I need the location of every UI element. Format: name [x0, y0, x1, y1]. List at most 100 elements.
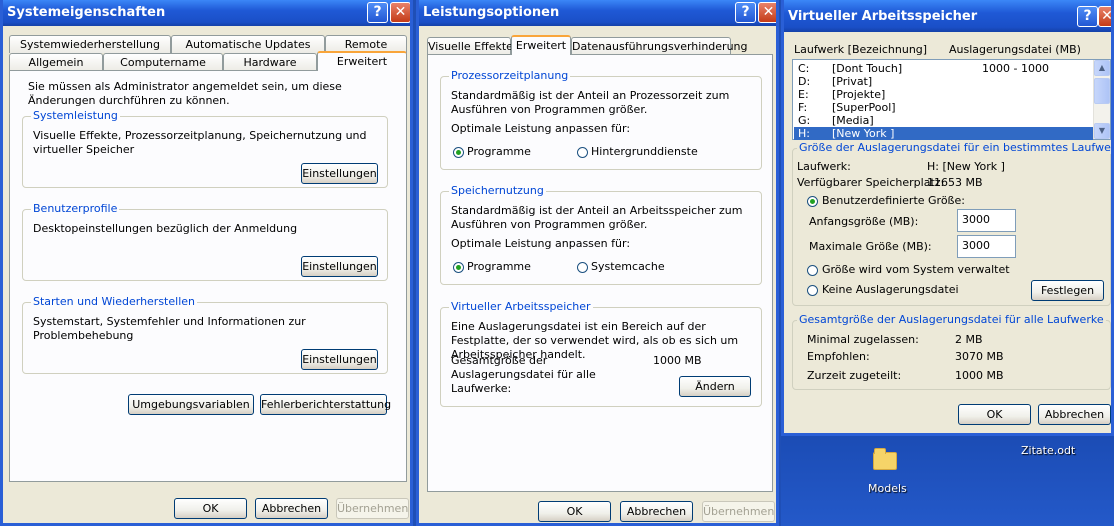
- group-speichernutzung: Speichernutzung Standardmäßig ist der An…: [440, 184, 762, 285]
- cancel-button[interactable]: Abbrechen: [620, 501, 693, 522]
- environment-variables-button[interactable]: Umgebungsvariablen: [128, 394, 254, 415]
- group-text: Standardmäßig ist der Anteil an Prozesso…: [451, 89, 730, 116]
- radio-label: Hintergrunddienste: [591, 145, 698, 158]
- group-title: Virtueller Arbeitsspeicher: [449, 300, 593, 313]
- radio-background-services[interactable]: [577, 147, 588, 158]
- list-item[interactable]: G: [Media]: [794, 114, 1093, 127]
- set-button[interactable]: Festlegen: [1031, 280, 1104, 301]
- recommended-label: Empfohlen:: [807, 350, 870, 363]
- radio-label: Benutzerdefinierte Größe:: [822, 194, 965, 207]
- list-item[interactable]: E: [Projekte]: [794, 88, 1093, 101]
- group-starten-wiederherstellen: Starten und Wiederherstellen Systemstart…: [22, 295, 388, 374]
- tab-computername[interactable]: Computername: [103, 53, 223, 71]
- free-space-label: Verfügbarer Speicherplatz:: [797, 176, 945, 189]
- group-text: Systemstart, Systemfehler und Informatio…: [33, 315, 306, 342]
- radio-label: Systemcache: [591, 260, 665, 273]
- group-title: Größe der Auslagerungsdatei für ein best…: [797, 141, 1111, 154]
- close-button[interactable]: ✕: [758, 2, 776, 23]
- help-button[interactable]: ?: [1077, 6, 1098, 27]
- group-text: Desktopeinstellungen bezüglich der Anmel…: [33, 222, 298, 235]
- ok-button[interactable]: OK: [958, 404, 1031, 425]
- performance-options-window: Leistungsoptionen ? ✕ Visuelle Effekte E…: [416, 0, 779, 526]
- initial-size-input[interactable]: 3000: [957, 209, 1016, 232]
- drive-label: [Dont Touch]: [832, 62, 903, 75]
- drive-letter: G:: [798, 114, 811, 127]
- tab-erweitert[interactable]: Erweitert: [511, 35, 571, 55]
- settings-button-startup[interactable]: Einstellungen: [301, 349, 378, 370]
- system-properties-window: Systemeigenschaften ? ✕ Systemwiederhers…: [0, 0, 413, 526]
- drive-list[interactable]: C: [Dont Touch] 1000 - 1000 D: [Privat] …: [792, 59, 1111, 140]
- scroll-thumb[interactable]: [1094, 78, 1110, 104]
- ok-button[interactable]: OK: [538, 501, 611, 522]
- desktop-folder-label[interactable]: Models: [868, 482, 907, 495]
- drive-letter: F:: [798, 101, 808, 114]
- folder-icon[interactable]: [873, 448, 897, 470]
- drive-label: [New York ]: [832, 127, 895, 140]
- error-reporting-button[interactable]: Fehlerberichterstattung: [260, 394, 391, 415]
- list-item[interactable]: D: [Privat]: [794, 75, 1093, 88]
- max-size-input[interactable]: 3000: [957, 235, 1016, 258]
- title-bar[interactable]: Systemeigenschaften ? ✕: [3, 0, 410, 26]
- drive-label: [Projekte]: [832, 88, 886, 101]
- radio-system-managed[interactable]: [807, 265, 818, 276]
- group-text: Standardmäßig ist der Anteil an Arbeitss…: [451, 204, 743, 231]
- group-prozessorzeitplanung: Prozessorzeitplanung Standardmäßig ist d…: [440, 69, 762, 170]
- apply-button[interactable]: Übernehmen: [702, 501, 775, 522]
- drive-label: Laufwerk:: [797, 160, 851, 173]
- group-total-pagefile-size: Gesamtgröße der Auslagerungsdatei für al…: [792, 313, 1111, 390]
- scroll-down-arrow-icon[interactable]: ▼: [1094, 123, 1110, 139]
- settings-button-performance[interactable]: Einstellungen: [301, 163, 378, 184]
- scroll-up-arrow-icon[interactable]: ▲: [1094, 60, 1110, 76]
- drive-letter: D:: [798, 75, 811, 88]
- optimize-label: Optimale Leistung anpassen für:: [451, 237, 631, 250]
- tab-datenausfuehrungsverhinderung[interactable]: Datenausführungsverhinderung: [571, 37, 748, 55]
- drive-letter: C:: [798, 62, 810, 75]
- total-pagefile-value: 1000 MB: [653, 354, 702, 367]
- currently-allocated-label: Zurzeit zugeteilt:: [807, 369, 902, 382]
- radio-no-pagefile[interactable]: [807, 285, 818, 296]
- list-item-selected[interactable]: H: [New York ]: [794, 127, 1093, 140]
- title-bar[interactable]: Leistungsoptionen ? ✕: [419, 0, 776, 26]
- column-header-drive: Laufwerk [Bezeichnung]: [794, 43, 928, 56]
- window-title: Systemeigenschaften: [7, 5, 166, 20]
- cancel-button[interactable]: Abbrechen: [1038, 404, 1111, 425]
- radio-custom-size[interactable]: [807, 196, 818, 207]
- cancel-button[interactable]: Abbrechen: [255, 498, 328, 519]
- tab-visuelle-effekte[interactable]: Visuelle Effekte: [427, 37, 513, 55]
- tab-systemwiederherstellung[interactable]: Systemwiederherstellung: [9, 35, 171, 53]
- help-button[interactable]: ?: [367, 2, 388, 23]
- group-title: Prozessorzeitplanung: [449, 69, 571, 82]
- optimize-label: Optimale Leistung anpassen für:: [451, 122, 631, 135]
- title-bar[interactable]: Virtueller Arbeitsspeicher ? ✕: [784, 0, 1111, 32]
- group-virtueller-arbeitsspeicher: Virtueller Arbeitsspeicher Eine Auslager…: [440, 300, 762, 407]
- min-allowed-value: 2 MB: [955, 333, 983, 346]
- close-button[interactable]: ✕: [1098, 6, 1111, 27]
- settings-button-profiles[interactable]: Einstellungen: [301, 256, 378, 277]
- recommended-value: 3070 MB: [955, 350, 1004, 363]
- list-item[interactable]: F: [SuperPool]: [794, 101, 1093, 114]
- radio-label: Programme: [467, 145, 531, 158]
- tab-automatische-updates[interactable]: Automatische Updates: [171, 35, 325, 53]
- radio-programs[interactable]: [453, 262, 464, 273]
- radio-label: Keine Auslagerungsdatei: [822, 283, 959, 296]
- tab-allgemein[interactable]: Allgemein: [9, 53, 103, 71]
- change-button[interactable]: Ändern: [679, 376, 751, 397]
- tab-erweitert[interactable]: Erweitert: [317, 51, 407, 71]
- ok-button[interactable]: OK: [174, 498, 247, 519]
- list-item[interactable]: C: [Dont Touch] 1000 - 1000: [794, 62, 1093, 75]
- initial-size-label: Anfangsgröße (MB):: [809, 215, 919, 228]
- desktop-file-label[interactable]: Zitate.odt: [1021, 444, 1075, 457]
- help-button[interactable]: ?: [735, 2, 756, 23]
- group-benutzerprofile: Benutzerprofile Desktopeinstellungen bez…: [22, 202, 388, 281]
- drive-pagefile-size: 1000 - 1000: [982, 62, 1049, 75]
- drive-label: [Media]: [832, 114, 874, 127]
- close-button[interactable]: ✕: [390, 2, 410, 23]
- apply-button[interactable]: Übernehmen: [336, 498, 409, 519]
- radio-system-cache[interactable]: [577, 262, 588, 273]
- group-title: Gesamtgröße der Auslagerungsdatei für al…: [797, 313, 1106, 326]
- group-systemleistung: Systemleistung Visuelle Effekte, Prozess…: [22, 109, 388, 188]
- group-title: Systemleistung: [31, 109, 120, 122]
- vertical-scrollbar[interactable]: ▲ ▼: [1093, 60, 1110, 139]
- tab-hardware[interactable]: Hardware: [223, 53, 317, 71]
- radio-programs[interactable]: [453, 147, 464, 158]
